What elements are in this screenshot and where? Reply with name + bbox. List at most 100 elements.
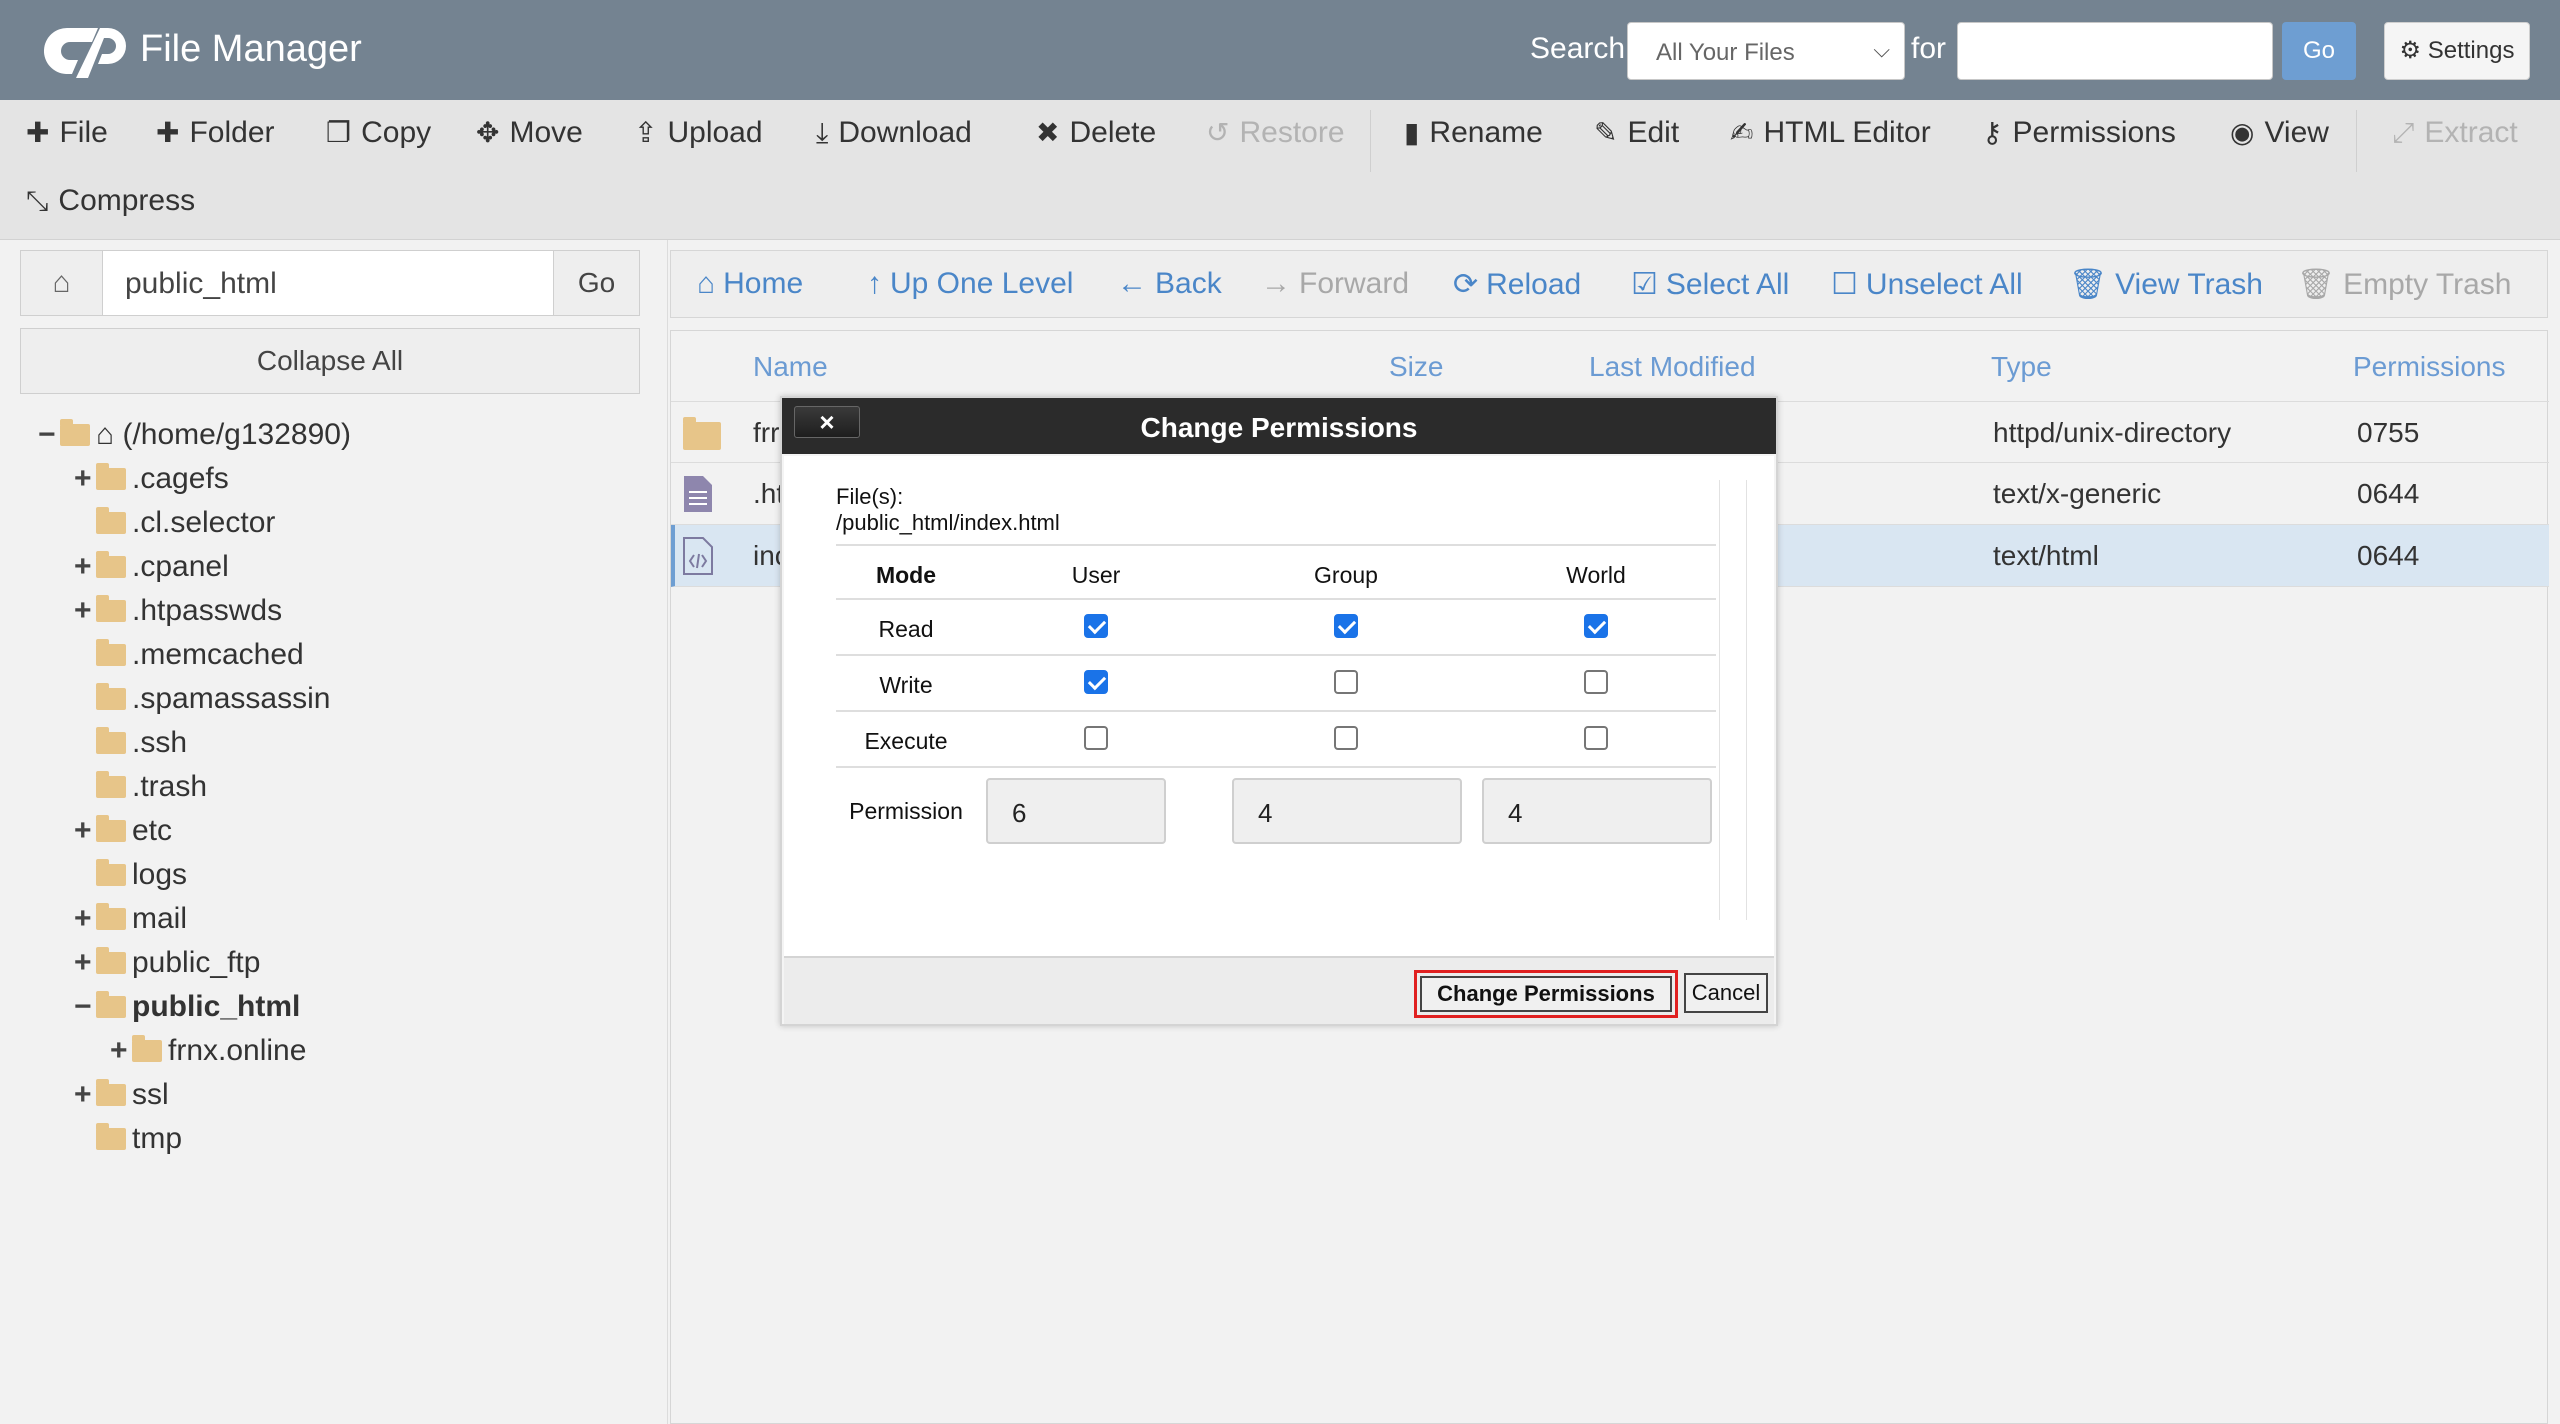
column-header-last-modified[interactable]: Last Modified [1589,351,1756,383]
download-button[interactable]: ⤓ Download [816,116,972,150]
folder-open-icon [60,419,90,446]
view-button[interactable]: ◉ View [2230,116,2329,150]
search-scope-select[interactable]: All Your Files ⌵ [1627,22,1905,80]
settings-button[interactable]: ⚙ Settings [2384,22,2530,80]
expand-toggle[interactable]: + [74,902,96,936]
tree-item[interactable]: logs [74,858,187,902]
tree-item[interactable]: + mail [74,902,187,946]
permissions-button[interactable]: ⚷ Permissions [1982,116,2176,150]
view-trash-button[interactable]: 🗑 View Trash [2069,267,2263,302]
html-editor-button[interactable]: ✍ HTML Editor [1730,116,1931,150]
back-button[interactable]: ← Back [1117,267,1222,301]
upload-button[interactable]: ⇪ Upload [634,116,763,150]
unselect-all-button[interactable]: ☐ Unselect All [1831,267,2023,302]
empty-trash-button[interactable]: 🗑 Empty Trash [2297,267,2511,302]
expand-toggle[interactable]: + [74,1078,96,1112]
expand-toggle[interactable]: + [74,946,96,980]
up-one-level-button[interactable]: ↑ Up One Level [867,267,1073,301]
tree-item[interactable]: .trash [74,770,207,814]
tree-item-selected[interactable]: − public_html [74,990,300,1034]
plus-icon: ✚ [156,117,180,148]
user-write-checkbox[interactable] [1084,670,1108,694]
folder-open-icon [96,991,126,1018]
tree-item[interactable]: .cl.selector [74,506,275,550]
column-header-size[interactable]: Size [1389,351,1443,383]
tree-item[interactable]: .spamassassin [74,682,330,726]
expand-toggle[interactable]: + [74,550,96,584]
copy-button[interactable]: ❐ Copy [326,116,431,150]
tree-item[interactable]: + etc [74,814,172,858]
home-icon[interactable]: ⌂ [21,251,103,315]
world-write-checkbox[interactable] [1584,670,1608,694]
edit-button[interactable]: ✎ Edit [1594,116,1679,150]
new-folder-button[interactable]: ✚ Folder [156,116,275,150]
extract-label: Extract [2424,116,2518,149]
tree-item-label: tmp [132,1122,183,1155]
expand-toggle[interactable]: + [74,594,96,628]
collapse-all-button[interactable]: Collapse All [20,328,640,394]
rename-button[interactable]: ▮ Rename [1404,116,1543,150]
tree-item-label: frnx.online [168,1034,307,1067]
expand-toggle[interactable]: + [74,462,96,496]
change-permissions-button[interactable]: Change Permissions [1420,976,1672,1012]
group-read-checkbox[interactable] [1334,614,1358,638]
extract-button[interactable]: ⤢ Extract [2392,116,2518,150]
group-permission-field[interactable]: 4 [1232,778,1462,844]
tree-item[interactable]: + ssl [74,1078,169,1122]
html-editor-label: HTML Editor [1763,116,1931,149]
user-execute-checkbox[interactable] [1084,726,1108,750]
delete-button[interactable]: ✖ Delete [1036,116,1156,150]
path-input[interactable]: public_html [125,267,277,301]
restore-button[interactable]: ↺ Restore [1206,116,1345,150]
tree-item[interactable]: + public_ftp [74,946,260,990]
file-type: httpd/unix-directory [1993,417,2232,448]
column-header-name[interactable]: Name [753,351,828,383]
file-code-icon [683,537,713,575]
collapse-toggle[interactable]: − [38,418,60,452]
expand-toggle[interactable]: + [74,814,96,848]
collapse-toggle[interactable]: − [74,990,96,1024]
world-execute-checkbox[interactable] [1584,726,1608,750]
expand-toggle[interactable]: + [110,1034,132,1068]
dialog-header: Change Permissions × [782,398,1776,454]
tree-item[interactable]: tmp [74,1122,182,1166]
search-label: Search [1530,32,1626,65]
group-execute-checkbox[interactable] [1334,726,1358,750]
home-icon: ⌂ [697,267,716,300]
forward-button[interactable]: → Forward [1261,267,1409,301]
user-read-checkbox[interactable] [1084,614,1108,638]
file-permissions: 0644 [2357,540,2420,571]
path-go-button[interactable]: Go [553,251,639,315]
search-input[interactable] [1957,22,2273,80]
move-button[interactable]: ✥ Move [476,116,583,150]
files-path: /public_html/index.html [836,510,1060,535]
edit-label: Edit [1627,116,1680,149]
group-write-checkbox[interactable] [1334,670,1358,694]
tree-item[interactable]: + .cpanel [74,550,229,594]
close-icon[interactable]: × [794,406,860,438]
reload-button[interactable]: ⟳ Reload [1453,267,1581,302]
home-nav-button[interactable]: ⌂ Home [697,267,803,301]
compress-button[interactable]: ⤡ Compress [26,184,195,218]
cancel-button[interactable]: Cancel [1684,973,1768,1013]
tree-item[interactable]: .memcached [74,638,304,682]
tree-item-home[interactable]: − ⌂ (/home/g132890) [38,418,351,462]
tree-item[interactable]: .ssh [74,726,187,770]
world-read-checkbox[interactable] [1584,614,1608,638]
new-file-button[interactable]: ✚ File [26,116,108,150]
tree-item[interactable]: + .cagefs [74,462,229,506]
folder-icon [96,683,126,710]
world-permission-field[interactable]: 4 [1482,778,1712,844]
forward-label: Forward [1299,267,1410,300]
file-permissions: 0755 [2357,417,2420,448]
user-permission-field[interactable]: 6 [986,778,1166,844]
dialog-scrollbar[interactable] [1719,480,1747,920]
column-header-permissions[interactable]: Permissions [2353,351,2505,383]
select-all-button[interactable]: ☑ Select All [1631,267,1789,302]
tree-item[interactable]: + frnx.online [110,1034,306,1078]
column-header-type[interactable]: Type [1991,351,2052,383]
folder-icon [96,1079,126,1106]
search-go-button[interactable]: Go [2282,22,2356,80]
checkbox-checked-icon: ☑ [1631,268,1658,301]
tree-item[interactable]: + .htpasswds [74,594,282,638]
